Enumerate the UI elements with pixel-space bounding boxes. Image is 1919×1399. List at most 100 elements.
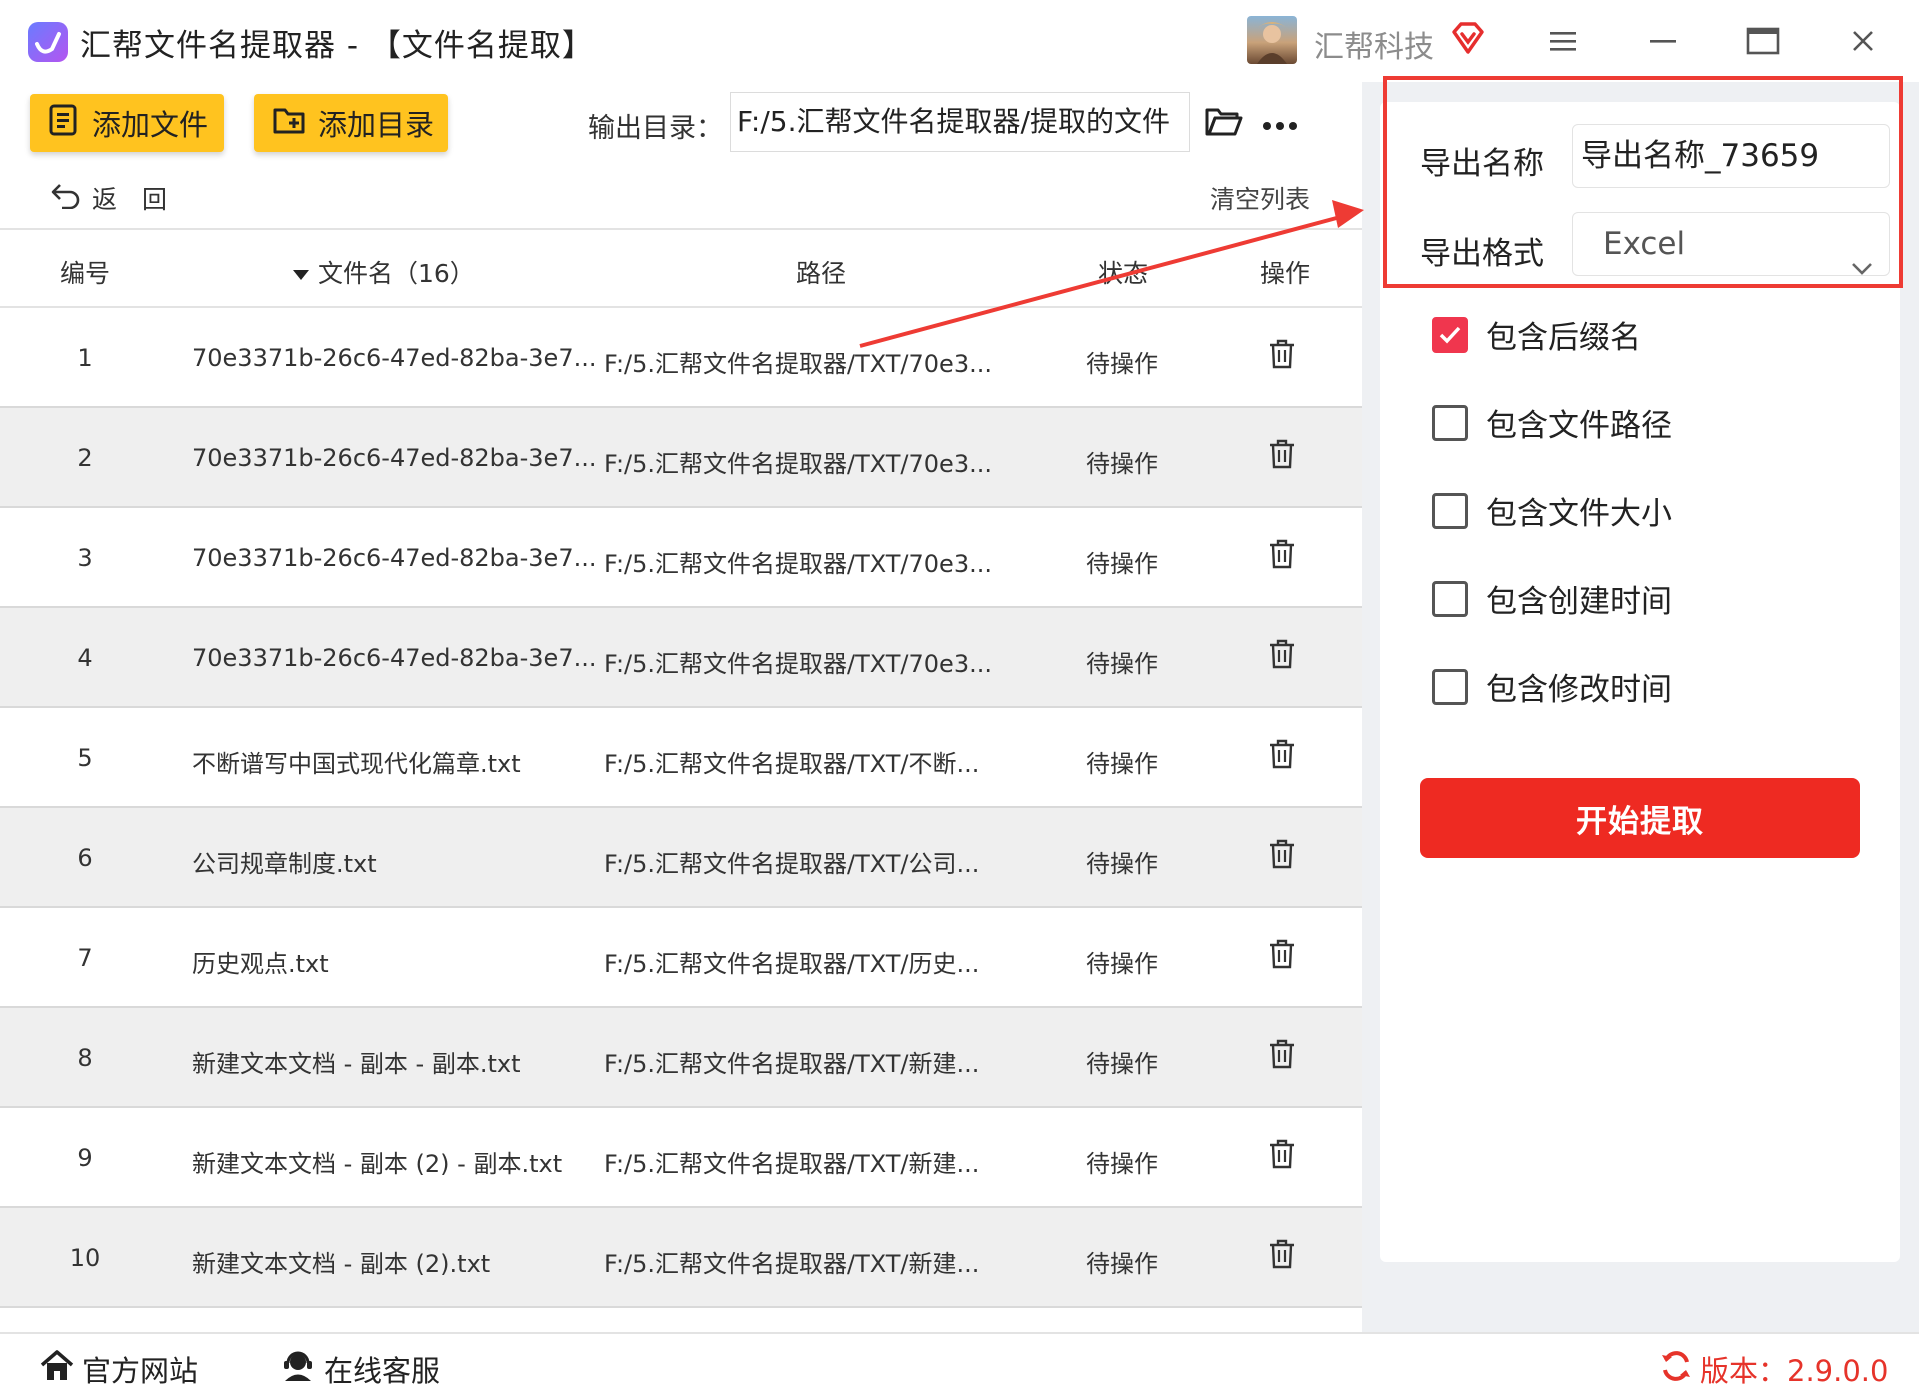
option-include-path[interactable]: 包含文件路径 <box>1432 400 1672 445</box>
delete-icon[interactable] <box>1268 938 1296 976</box>
support-label: 在线客服 <box>324 1354 441 1388</box>
checkbox-icon[interactable] <box>1432 580 1468 617</box>
row-num: 2 <box>77 444 93 472</box>
delete-icon[interactable] <box>1268 1038 1296 1076</box>
add-file-label: 添加文件 <box>92 108 209 142</box>
clear-list-button[interactable]: 清空列表 <box>1210 180 1310 216</box>
row-num: 4 <box>77 644 93 672</box>
row-path: F:/5.汇帮文件名提取器/TXT/新建... <box>604 1250 980 1278</box>
header-status: 状态 <box>1098 259 1149 288</box>
table-row[interactable]: 1 70e3371b-26c6-47ed-82ba-3e7... F:/5.汇帮… <box>0 308 1362 408</box>
home-icon <box>40 1349 74 1389</box>
delete-icon[interactable] <box>1268 338 1296 376</box>
row-path: F:/5.汇帮文件名提取器/TXT/公司... <box>604 850 980 878</box>
option-label: 包含修改时间 <box>1486 672 1672 708</box>
row-filename: 70e3371b-26c6-47ed-82ba-3e7... <box>192 344 597 372</box>
option-label: 包含文件路径 <box>1486 408 1672 444</box>
row-num: 8 <box>77 1044 93 1072</box>
delete-icon[interactable] <box>1268 1138 1296 1176</box>
annotation-highlight-box <box>1383 76 1903 288</box>
table-row[interactable]: 8 新建文本文档 - 副本 - 副本.txt F:/5.汇帮文件名提取器/TXT… <box>0 1008 1362 1108</box>
table-row[interactable]: 10 新建文本文档 - 副本 (2).txt F:/5.汇帮文件名提取器/TXT… <box>0 1208 1362 1308</box>
folder-open-icon[interactable] <box>1204 104 1244 142</box>
website-label: 官方网站 <box>82 1354 199 1388</box>
start-extract-button[interactable]: 开始提取 <box>1420 778 1860 858</box>
row-path: F:/5.汇帮文件名提取器/TXT/不断... <box>604 750 980 778</box>
option-label: 包含创建时间 <box>1486 584 1672 620</box>
row-path: F:/5.汇帮文件名提取器/TXT/新建... <box>604 1050 980 1078</box>
file-table: 编号 文件名（16） 路径 状态 操作 1 70e3371b-26c6-47ed… <box>0 228 1362 1308</box>
delete-icon[interactable] <box>1268 638 1296 676</box>
row-filename: 新建文本文档 - 副本 - 副本.txt <box>192 1050 521 1078</box>
output-dir-label: 输出目录： <box>588 113 723 144</box>
more-options-icon[interactable] <box>1262 116 1298 135</box>
version-label: 版本：2.9.0.0 <box>1700 1354 1889 1388</box>
checkbox-checked-icon[interactable] <box>1432 316 1468 353</box>
delete-icon[interactable] <box>1268 538 1296 576</box>
footer-bar: 官方网站 在线客服 版本：2.9.0.0 <box>0 1332 1919 1399</box>
minimize-icon[interactable] <box>1638 18 1688 64</box>
table-row[interactable]: 7 历史观点.txt F:/5.汇帮文件名提取器/TXT/历史... 待操作 <box>0 908 1362 1008</box>
output-dir-field[interactable]: F:/5.汇帮文件名提取器/提取的文件 <box>730 92 1190 152</box>
add-directory-label: 添加目录 <box>318 108 435 142</box>
add-file-button[interactable]: 添加文件 <box>30 94 224 152</box>
back-button[interactable]: 返 回 <box>50 180 167 216</box>
option-include-created[interactable]: 包含创建时间 <box>1432 576 1672 621</box>
row-status: 待操作 <box>1086 950 1158 978</box>
table-row[interactable]: 9 新建文本文档 - 副本 (2) - 副本.txt F:/5.汇帮文件名提取器… <box>0 1108 1362 1208</box>
support-link[interactable]: 在线客服 <box>280 1348 440 1390</box>
file-list-pane: 添加文件 添加目录 输出目录： F:/5.汇帮文件名提取器/提取的文件 返 回 … <box>0 82 1362 1332</box>
row-num: 9 <box>77 1144 93 1172</box>
row-status: 待操作 <box>1086 1150 1158 1178</box>
row-num: 7 <box>77 944 93 972</box>
row-status: 待操作 <box>1086 850 1158 878</box>
row-path: F:/5.汇帮文件名提取器/TXT/70e3... <box>604 350 992 378</box>
row-path: F:/5.汇帮文件名提取器/TXT/历史... <box>604 950 980 978</box>
table-row[interactable]: 6 公司规章制度.txt F:/5.汇帮文件名提取器/TXT/公司... 待操作 <box>0 808 1362 908</box>
customer-service-icon <box>280 1350 316 1389</box>
table-row[interactable]: 5 不断谱写中国式现代化篇章.txt F:/5.汇帮文件名提取器/TXT/不断.… <box>0 708 1362 808</box>
checkbox-icon[interactable] <box>1432 404 1468 441</box>
sort-desc-icon <box>292 258 310 287</box>
table-row[interactable]: 3 70e3371b-26c6-47ed-82ba-3e7... F:/5.汇帮… <box>0 508 1362 608</box>
delete-icon[interactable] <box>1268 1238 1296 1276</box>
option-include-extension[interactable]: 包含后缀名 <box>1432 312 1641 357</box>
website-link[interactable]: 官方网站 <box>40 1348 198 1390</box>
header-num: 编号 <box>60 259 111 288</box>
title-bar: 汇帮文件名提取器 - 【文件名提取】 汇帮科技 <box>0 0 1919 82</box>
back-arrow-icon <box>50 181 82 215</box>
app-logo-icon <box>28 22 68 62</box>
version-info[interactable]: 版本：2.9.0.0 <box>1660 1348 1888 1390</box>
option-label: 包含后缀名 <box>1486 320 1641 356</box>
row-filename: 70e3371b-26c6-47ed-82ba-3e7... <box>192 544 597 572</box>
vip-diamond-icon[interactable] <box>1450 20 1486 60</box>
back-label: 返 回 <box>92 185 168 214</box>
checkbox-icon[interactable] <box>1432 668 1468 705</box>
delete-icon[interactable] <box>1268 838 1296 876</box>
header-path: 路径 <box>796 259 847 288</box>
row-status: 待操作 <box>1086 1250 1158 1278</box>
row-status: 待操作 <box>1086 550 1158 578</box>
checkbox-icon[interactable] <box>1432 492 1468 529</box>
table-row[interactable]: 4 70e3371b-26c6-47ed-82ba-3e7... F:/5.汇帮… <box>0 608 1362 708</box>
maximize-icon[interactable] <box>1738 18 1788 64</box>
brand-name: 汇帮科技 <box>1314 30 1434 65</box>
user-avatar[interactable] <box>1247 16 1297 64</box>
option-include-size[interactable]: 包含文件大小 <box>1432 488 1672 533</box>
row-status: 待操作 <box>1086 350 1158 378</box>
delete-icon[interactable] <box>1268 738 1296 776</box>
table-header: 编号 文件名（16） 路径 状态 操作 <box>0 228 1362 308</box>
menu-icon[interactable] <box>1538 18 1588 64</box>
table-row[interactable]: 2 70e3371b-26c6-47ed-82ba-3e7... F:/5.汇帮… <box>0 408 1362 508</box>
option-label: 包含文件大小 <box>1486 496 1672 532</box>
row-filename: 不断谱写中国式现代化篇章.txt <box>192 750 521 778</box>
row-status: 待操作 <box>1086 450 1158 478</box>
row-num: 1 <box>77 344 93 372</box>
delete-icon[interactable] <box>1268 438 1296 476</box>
row-filename: 新建文本文档 - 副本 (2).txt <box>192 1250 491 1278</box>
add-directory-button[interactable]: 添加目录 <box>254 94 448 152</box>
option-include-modified[interactable]: 包含修改时间 <box>1432 664 1672 709</box>
close-icon[interactable] <box>1838 18 1888 64</box>
header-filename[interactable]: 文件名（16） <box>292 254 475 290</box>
row-path: F:/5.汇帮文件名提取器/TXT/70e3... <box>604 650 992 678</box>
